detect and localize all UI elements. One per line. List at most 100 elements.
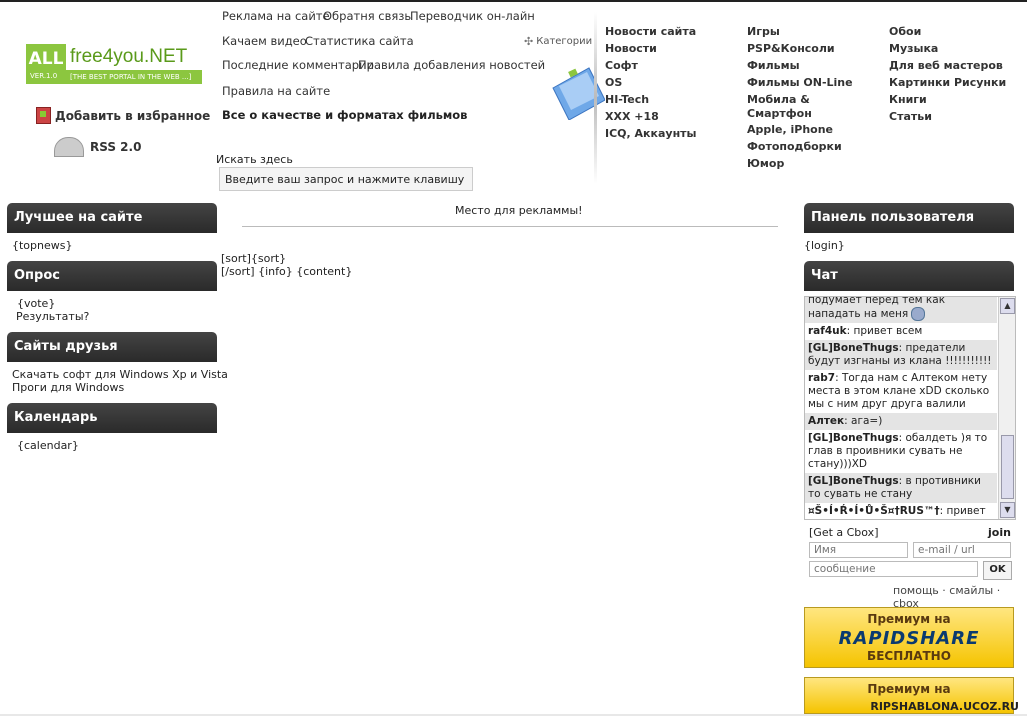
- cat-mobile[interactable]: Мобила & Смартфон: [747, 93, 827, 121]
- chat-message: rab7: Тогда нам с Алтеком нету места в э…: [805, 370, 997, 413]
- chat-send-button[interactable]: OK: [983, 561, 1012, 580]
- chat-name-input[interactable]: [809, 542, 908, 558]
- cat-humor[interactable]: Юмор: [747, 157, 784, 171]
- logo-tagline: [THE BEST PORTAL IN THE WEB ...]: [66, 70, 202, 84]
- poll-vote: {vote}: [17, 297, 56, 310]
- move-icon: ✣: [524, 35, 534, 48]
- cat-icq[interactable]: ICQ, Аккаунты: [605, 127, 697, 141]
- cat-books[interactable]: Книги: [889, 93, 927, 107]
- chat-message: подумает перед тем как нападать на меня: [805, 297, 997, 323]
- chat-messages: подумает перед тем как нападать на меня …: [805, 297, 997, 519]
- search-label: Искать здесь: [216, 153, 293, 166]
- chat-user[interactable]: [GL]BoneThugs: [808, 475, 899, 487]
- chat-message: Алтек: ага=): [805, 413, 997, 430]
- nav-stats[interactable]: Статистика сайта: [305, 34, 414, 48]
- rss-label: RSS 2.0: [90, 140, 142, 154]
- chat-scrollbar[interactable]: ▲ ▼: [998, 297, 1015, 519]
- nav-site-rules[interactable]: Правила на сайте: [222, 84, 330, 98]
- ad-placeholder: Место для рекламмы!: [455, 204, 583, 217]
- nav-news-rules[interactable]: Правила добавления новостей: [358, 58, 545, 72]
- top-border: [0, 0, 1027, 2]
- nav-video[interactable]: Качаем видео: [222, 34, 307, 48]
- chat-user[interactable]: ¤Š•Í•Ŕ•Í•Ů•Š¤†RUS™†: [808, 505, 940, 517]
- poll-results-link[interactable]: Результаты?: [16, 310, 89, 323]
- chat-message: raf4uk: привет всем: [805, 323, 997, 340]
- search-input[interactable]: [219, 167, 473, 191]
- nav-last-comments[interactable]: Последние комментарии: [222, 58, 374, 72]
- cat-webmasters[interactable]: Для веб мастеров: [889, 59, 1003, 73]
- banner2-premium-label: Премиум на: [867, 682, 951, 696]
- chat-message: [GL]BoneThugs: обалдеть )я то глав в про…: [805, 430, 997, 473]
- nav-film-quality[interactable]: Все о качестве и форматах фильмов: [222, 108, 467, 122]
- friend-link-soft[interactable]: Скачать софт для Windows Xp и Vista: [12, 368, 228, 381]
- chat-message-input[interactable]: [809, 561, 978, 577]
- chat-user[interactable]: [GL]BoneThugs: [808, 432, 899, 444]
- cat-photos[interactable]: Фотоподборки: [747, 140, 842, 154]
- chat-box[interactable]: подумает перед тем как нападать на меня …: [804, 296, 1016, 520]
- cat-wallpapers[interactable]: Обои: [889, 25, 921, 39]
- cat-news[interactable]: Новости: [605, 42, 657, 56]
- chat-message: ¤Š•Í•Ŕ•Í•Ů•Š¤†RUS™†: привет: [805, 503, 997, 519]
- cat-games[interactable]: Игры: [747, 25, 780, 39]
- cat-hitech[interactable]: HI-Tech: [605, 93, 649, 107]
- cat-site-news[interactable]: Новости сайта: [605, 25, 696, 39]
- scroll-up-icon[interactable]: ▲: [1000, 298, 1015, 314]
- get-cbox-link[interactable]: [Get a Cbox]: [809, 526, 879, 539]
- block-friends-header: Сайты друзья: [7, 332, 217, 362]
- nav-ads[interactable]: Реклама на сайте: [222, 9, 330, 23]
- calendar-body: {calendar}: [17, 439, 79, 452]
- rapidshare-banner[interactable]: Премиум на RAPIDSHARE БЕСПЛАТНО: [804, 607, 1014, 668]
- categories-toggle[interactable]: ✣ Категории: [524, 35, 592, 48]
- content-info: [/sort] {info} {content}: [221, 265, 353, 278]
- logo-version: VER.1.0: [30, 72, 58, 80]
- banner-rapidshare-logo: RAPIDSHARE: [838, 628, 980, 649]
- content-sort: [sort]{sort}: [221, 252, 287, 265]
- banner-free-label: БЕСПЛАТНО: [867, 649, 951, 663]
- categories-label: Категории: [536, 36, 593, 47]
- logo-name: free4you.NET: [70, 46, 188, 67]
- chat-text: : привет всем: [846, 325, 923, 337]
- block-best-header: Лучшее на сайте: [7, 203, 217, 233]
- chat-message: [GL]BoneThugs: в противники то сувать не…: [805, 473, 997, 503]
- chat-user[interactable]: raf4uk: [808, 325, 847, 337]
- block-poll-header: Опрос: [7, 261, 217, 291]
- smiley-icon: [911, 307, 926, 321]
- cat-articles[interactable]: Статьи: [889, 110, 932, 124]
- cat-films-online[interactable]: Фильмы ON-Line: [747, 76, 853, 90]
- header-divider: [594, 12, 597, 184]
- chat-email-input[interactable]: [913, 542, 1011, 558]
- nav-feedback[interactable]: Обратня связь: [323, 9, 411, 23]
- scroll-thumb[interactable]: [1001, 435, 1014, 499]
- scroll-down-icon[interactable]: ▼: [1000, 502, 1015, 518]
- ad-divider: [242, 226, 778, 227]
- chat-join-link[interactable]: join: [988, 526, 1011, 539]
- bookmark-icon: [36, 107, 51, 124]
- cat-soft[interactable]: Софт: [605, 59, 638, 73]
- cat-apple[interactable]: Apple, iPhone: [747, 123, 833, 137]
- watermark: RIPSHABLONA.UCOZ.RU: [870, 700, 1019, 713]
- chat-user[interactable]: [GL]BoneThugs: [808, 342, 899, 354]
- block-best-body: {topnews}: [12, 239, 73, 252]
- friend-link-progs[interactable]: Проги для Windows: [12, 381, 124, 394]
- add-favorites-label: Добавить в избранное: [55, 108, 211, 123]
- chat-text: : ага=): [844, 415, 883, 427]
- cat-pictures[interactable]: Картинки Рисунки: [889, 76, 1006, 90]
- block-calendar-header: Календарь: [7, 403, 217, 433]
- site-logo[interactable]: ALL VER.1.0 free4you.NET [THE BEST PORTA…: [26, 44, 202, 86]
- cat-psp[interactable]: PSP&Консоли: [747, 42, 835, 56]
- block-user-panel-header: Панель пользователя: [804, 203, 1014, 233]
- chat-user[interactable]: Алтек: [808, 415, 844, 427]
- chat-text: : Тогда нам с Алтеком нету места в этом …: [808, 372, 990, 410]
- nav-translator[interactable]: Переводчик он-лайн: [410, 9, 535, 23]
- rss-link[interactable]: RSS 2.0: [54, 137, 141, 157]
- chat-text: : привет: [939, 505, 986, 517]
- add-favorites-link[interactable]: Добавить в избранное: [36, 107, 210, 124]
- cat-xxx[interactable]: XXX +18: [605, 110, 659, 124]
- cat-music[interactable]: Музыка: [889, 42, 938, 56]
- cat-os[interactable]: OS: [605, 76, 622, 90]
- block-chat-header: Чат: [804, 261, 1014, 291]
- chat-user[interactable]: rab7: [808, 372, 835, 384]
- chat-message: [GL]BoneThugs: предатели будут изгнаны и…: [805, 340, 997, 370]
- rss-icon: [54, 137, 84, 157]
- cat-films[interactable]: Фильмы: [747, 59, 800, 73]
